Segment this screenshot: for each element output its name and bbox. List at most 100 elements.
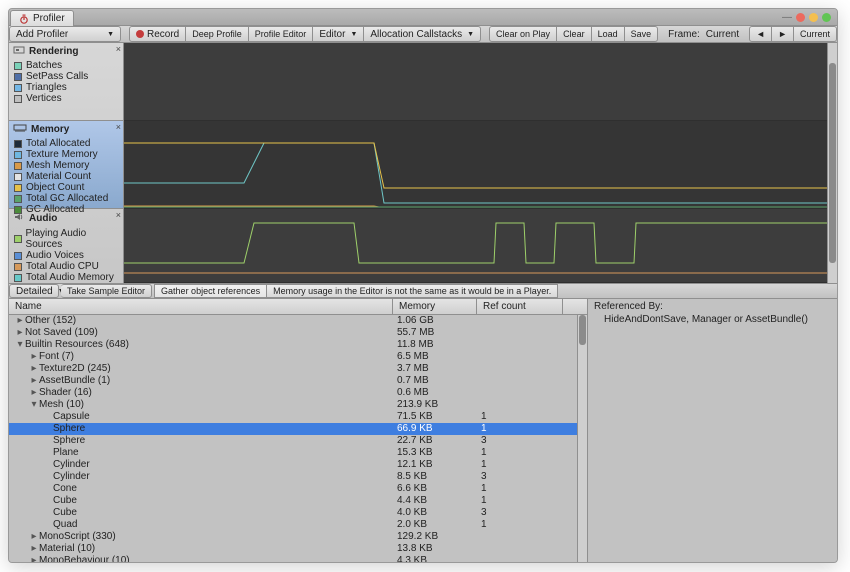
track-labels-column: × Rendering BatchesSetPass CallsTriangle… (9, 43, 124, 283)
rendering-panel[interactable]: × Rendering BatchesSetPass CallsTriangle… (9, 43, 123, 121)
traffic-red-icon[interactable] (796, 13, 805, 22)
detail-mode-dropdown[interactable]: Detailed▼ (9, 284, 59, 298)
gather-object-refs-tab[interactable]: Gather object references (154, 284, 267, 298)
table-row[interactable]: Sphere22.7 KB3 (9, 435, 587, 447)
stat-row: Total Audio CPU (13, 261, 119, 272)
row-name: Cylinder (53, 471, 90, 482)
table-row[interactable]: Plane15.3 KB1 (9, 447, 587, 459)
minimize-light-icon: — (782, 12, 792, 23)
row-ref: 1 (477, 459, 563, 471)
row-name: Font (7) (39, 351, 74, 362)
record-button[interactable]: Record (129, 26, 186, 42)
close-icon[interactable]: × (116, 44, 121, 54)
row-memory: 129.2 KB (393, 531, 477, 543)
table-row[interactable]: ▸Texture2D (245)3.7 MB (9, 363, 587, 375)
row-memory: 4.0 KB (393, 507, 477, 519)
table-row[interactable]: ▸Shader (16)0.6 MB (9, 387, 587, 399)
load-button[interactable]: Load (592, 26, 625, 42)
chevron-down-icon: ▼ (467, 31, 474, 38)
tree-rows[interactable]: ▸Other (152)1.06 GB▸Not Saved (109)55.7 … (9, 315, 587, 562)
table-row[interactable]: Cube4.0 KB3 (9, 507, 587, 519)
disclosure-icon[interactable]: ▾ (15, 339, 25, 351)
ref-value: HideAndDontSave, Manager or AssetBundle(… (594, 312, 831, 325)
chevron-down-icon: ▼ (107, 31, 114, 38)
frame-current-button[interactable]: Current (794, 26, 837, 42)
table-row[interactable]: ▾Mesh (10)213.9 KB (9, 399, 587, 411)
profile-editor-button[interactable]: Profile Editor (249, 26, 314, 42)
disclosure-icon[interactable]: ▸ (29, 375, 39, 387)
disclosure-icon[interactable]: ▸ (29, 387, 39, 399)
row-memory: 15.3 KB (393, 447, 477, 459)
clear-button[interactable]: Clear (557, 26, 592, 42)
row-memory: 6.5 MB (393, 351, 477, 363)
stat-row: Mesh Memory (13, 160, 119, 171)
memory-note: Memory usage in the Editor is not the sa… (267, 284, 558, 298)
save-button[interactable]: Save (625, 26, 659, 42)
stat-row: Audio Voices (13, 250, 119, 261)
row-name: Other (152) (25, 315, 76, 326)
row-memory: 11.8 MB (393, 339, 477, 351)
row-ref: 1 (477, 519, 563, 531)
profiler-window: Profiler — Add Profiler▼ Record Deep Pro… (8, 8, 838, 563)
tab-label: Profiler (33, 13, 65, 24)
table-row[interactable]: ▸Other (152)1.06 GB (9, 315, 587, 327)
disclosure-icon[interactable]: ▸ (29, 531, 39, 543)
allocation-callstacks-dropdown[interactable]: Allocation Callstacks▼ (364, 26, 481, 42)
traffic-green-icon[interactable] (822, 13, 831, 22)
col-name[interactable]: Name (9, 299, 393, 314)
table-row[interactable]: Quad2.0 KB1 (9, 519, 587, 531)
stat-row: Object Count (13, 182, 119, 193)
disclosure-icon[interactable]: ▸ (29, 555, 39, 562)
audio-panel[interactable]: × Audio Playing Audio SourcesAudio Voice… (9, 209, 123, 283)
frame-forward-button[interactable]: ► (772, 26, 794, 42)
row-ref (477, 327, 563, 339)
row-ref (477, 555, 563, 562)
clear-on-play-button[interactable]: Clear on Play (489, 26, 557, 42)
close-icon[interactable]: × (116, 210, 121, 220)
table-row[interactable]: Cone6.6 KB1 (9, 483, 587, 495)
frame-back-button[interactable]: ◄ (749, 26, 772, 42)
disclosure-icon[interactable]: ▸ (29, 351, 39, 363)
table-row[interactable]: ▸AssetBundle (1)0.7 MB (9, 375, 587, 387)
take-sample-button[interactable]: Take Sample Editor (61, 284, 152, 298)
table-row[interactable]: ▸MonoBehaviour (10)4.3 KB (9, 555, 587, 562)
memory-panel[interactable]: × Memory Total AllocatedTexture MemoryMe… (9, 121, 123, 209)
stat-row: Batches (13, 60, 119, 71)
editor-dropdown[interactable]: Editor▼ (313, 26, 364, 42)
disclosure-icon[interactable]: ▸ (15, 315, 25, 327)
table-row[interactable]: Sphere66.9 KB1 (9, 423, 587, 435)
disclosure-icon[interactable]: ▸ (15, 327, 25, 339)
chart-area[interactable] (124, 43, 837, 283)
disclosure-icon[interactable]: ▸ (29, 543, 39, 555)
traffic-yellow-icon[interactable] (809, 13, 818, 22)
table-row[interactable]: ▸Not Saved (109)55.7 MB (9, 327, 587, 339)
table-row[interactable]: Cylinder8.5 KB3 (9, 471, 587, 483)
stat-row: Total Audio Memory (13, 272, 119, 283)
row-name: Mesh (10) (39, 399, 84, 410)
detail-area: Name Memory Ref count ▸Other (152)1.06 G… (9, 299, 837, 562)
deep-profile-button[interactable]: Deep Profile (186, 26, 249, 42)
col-ref[interactable]: Ref count (477, 299, 563, 314)
table-row[interactable]: ▸MonoScript (330)129.2 KB (9, 531, 587, 543)
add-profiler-dropdown[interactable]: Add Profiler▼ (9, 26, 121, 42)
chart-scrollbar[interactable] (827, 43, 837, 283)
disclosure-icon[interactable]: ▾ (29, 399, 39, 411)
close-icon[interactable]: × (116, 122, 121, 132)
table-row[interactable]: ▸Material (10)13.8 KB (9, 543, 587, 555)
row-name: Material (10) (39, 543, 95, 554)
disclosure-icon[interactable]: ▸ (29, 363, 39, 375)
col-memory[interactable]: Memory (393, 299, 477, 314)
referenced-by-panel: Referenced By: HideAndDontSave, Manager … (587, 299, 837, 562)
table-row[interactable]: Capsule71.5 KB1 (9, 411, 587, 423)
stat-label: Object Count (26, 182, 84, 193)
table-row[interactable]: ▸Font (7) 6.5 MB (9, 351, 587, 363)
table-row[interactable]: ▾Builtin Resources (648)11.8 MB (9, 339, 587, 351)
row-memory: 2.0 KB (393, 519, 477, 531)
frame-label: Frame: (664, 26, 704, 42)
tab-profiler[interactable]: Profiler (10, 10, 74, 26)
color-swatch-icon (14, 84, 22, 92)
row-memory: 4.3 KB (393, 555, 477, 562)
table-row[interactable]: Cube4.4 KB1 (9, 495, 587, 507)
table-row[interactable]: Cylinder12.1 KB1 (9, 459, 587, 471)
tree-scrollbar[interactable] (577, 315, 587, 562)
